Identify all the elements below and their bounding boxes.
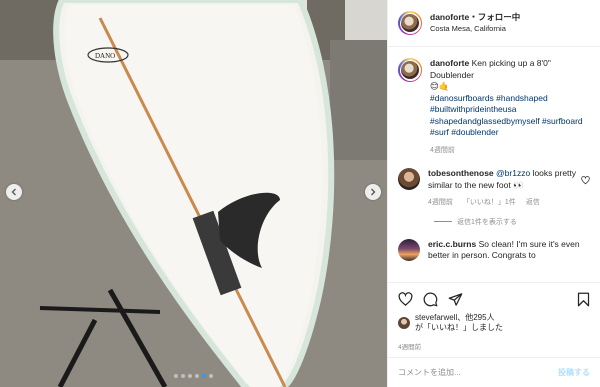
- comment-mention[interactable]: @br1zzo: [496, 168, 530, 178]
- carousel-dot: [195, 374, 199, 378]
- post-actions: stevefarwell、他295人 が「いいね！」しました 4週間前: [388, 282, 600, 351]
- carousel-dot-active: [202, 374, 206, 378]
- comments-list: danoforte Ken picking up a 8'0" Doublend…: [388, 47, 600, 282]
- replies-label: 返信1件を表示する: [457, 218, 517, 226]
- comment-username[interactable]: tobesonthenose: [428, 168, 494, 178]
- avatar: [398, 317, 410, 329]
- avatar[interactable]: [398, 11, 422, 35]
- share-icon[interactable]: [448, 292, 463, 307]
- heart-icon[interactable]: [581, 176, 590, 185]
- caption-hashtags[interactable]: #danosurfboards #handshaped #builtwithpr…: [430, 93, 583, 138]
- post-side-panel: danoforte・フォロー中 Costa Mesa, California d…: [387, 0, 600, 387]
- svg-text:DANO: DANO: [95, 52, 115, 60]
- previous-slide-button[interactable]: [6, 184, 22, 200]
- bookmark-icon[interactable]: [577, 292, 590, 307]
- following-status[interactable]: ・フォロー中: [469, 12, 520, 22]
- carousel-dot: [209, 374, 213, 378]
- comment-icon[interactable]: [423, 292, 438, 307]
- avatar[interactable]: [398, 168, 420, 190]
- heart-icon[interactable]: [398, 291, 413, 307]
- carousel-indicator: [0, 374, 387, 378]
- chevron-right-icon: [371, 188, 376, 196]
- comment-time: 4週間前: [428, 199, 453, 206]
- likes-summary[interactable]: stevefarwell、他295人 が「いいね！」しました: [398, 313, 590, 333]
- caption-username[interactable]: danoforte: [430, 58, 469, 68]
- post-photo: DANO: [0, 0, 387, 387]
- avatar[interactable]: [398, 58, 422, 82]
- post-date: 4週間前: [398, 344, 422, 351]
- carousel-dot: [188, 374, 192, 378]
- header-username[interactable]: danoforte: [430, 12, 469, 22]
- next-slide-button[interactable]: [365, 184, 381, 200]
- post-comment-button[interactable]: 投稿する: [558, 367, 590, 378]
- carousel-dot: [174, 374, 178, 378]
- chevron-left-icon: [11, 188, 16, 196]
- comment-username[interactable]: eric.c.burns: [428, 239, 476, 249]
- comment-item: eric.c.burns So clean! I'm sure it's eve…: [398, 238, 590, 262]
- caption-time: 4週間前: [430, 146, 455, 154]
- comment-likes[interactable]: 「いいね！」1件: [463, 197, 516, 209]
- avatar[interactable]: [398, 238, 420, 261]
- carousel-dot: [181, 374, 185, 378]
- comment-item: tobesonthenose @br1zzo looks pretty simi…: [398, 168, 590, 209]
- post-header: danoforte・フォロー中 Costa Mesa, California: [388, 0, 600, 47]
- caption-emoji: 😊🤙: [430, 81, 450, 91]
- reply-button[interactable]: 返信: [526, 197, 540, 209]
- likes-line-2: が「いいね！」しました: [415, 323, 503, 332]
- comment-input[interactable]: [398, 368, 558, 377]
- location-link[interactable]: Costa Mesa, California: [430, 23, 520, 34]
- surfboard-photo: DANO: [0, 0, 387, 387]
- likes-line-1: stevefarwell、他295人: [415, 313, 495, 322]
- add-comment-bar: 投稿する: [388, 357, 600, 387]
- caption: danoforte Ken picking up a 8'0" Doublend…: [398, 58, 590, 156]
- replies-divider: [434, 221, 452, 222]
- view-replies-button[interactable]: 返信1件を表示する: [434, 217, 590, 227]
